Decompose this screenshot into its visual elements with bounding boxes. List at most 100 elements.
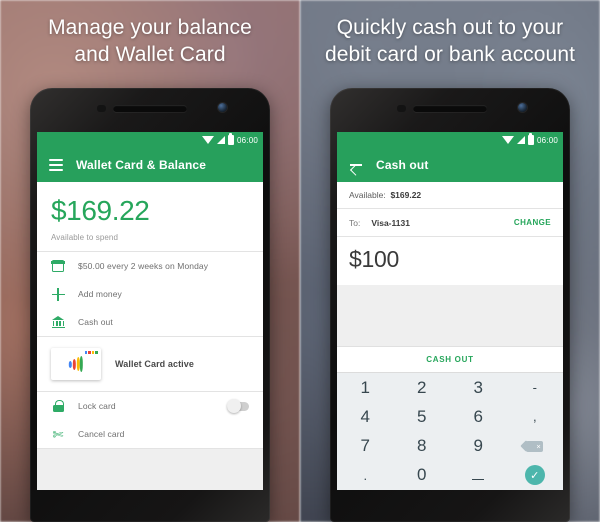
key-label: 0 [417,465,427,485]
available-balance-row: Available: $169.22 [337,182,563,208]
right-phone-screen: 06:00 Cash out Available: $169.22 To: Vi… [337,132,563,490]
left-screen-body: $169.22 Available to spend $50.00 every … [37,182,263,490]
left-heading-line1: Manage your balance [48,16,252,39]
balance-block: $169.22 Available to spend [37,182,263,252]
left-app-bar-title: Wallet Card & Balance [76,158,207,172]
available-value: $169.22 [390,190,422,200]
list-item-label: Lock card [78,401,116,412]
list-item-add-money[interactable]: Add money [37,280,263,308]
earpiece-speaker [413,105,487,112]
right-status-bar: 06:00 [337,132,563,148]
status-clock: 06:00 [536,135,558,145]
right-empty-area [337,285,563,346]
list-item-label: Cash out [78,317,113,328]
list-item-label: Cancel card [78,429,125,440]
plus-icon [51,287,65,301]
wifi-icon [201,136,214,144]
key-comma[interactable]: , [507,402,564,431]
numeric-keypad: 1 2 3 - 4 5 6, 7 8 9 ×. 0 ✓ [337,372,563,490]
left-app-bar: Wallet Card & Balance [37,148,263,182]
balance-amount: $169.22 [51,195,150,226]
check-icon: ✓ [524,465,545,486]
right-screen-body: Available: $169.22 To: Visa-1131 CHANGE … [337,182,563,490]
amount-value: $100 [349,246,399,272]
available-label: Available: [349,190,386,200]
lock-card-toggle[interactable] [227,399,249,414]
left-heading-line2: and Wallet Card [74,43,226,66]
battery-icon [227,133,234,145]
list-item-label: $50.00 every 2 weeks on Monday [78,261,209,272]
right-phone-frame: 06:00 Cash out Available: $169.22 To: Vi… [330,88,570,522]
right-heading-line1: Quickly cash out to your [336,16,564,39]
list-item-label: Add money [78,289,122,300]
right-app-bar: Cash out [337,148,563,182]
front-camera-icon [518,103,527,112]
key-8[interactable]: 8 [394,432,451,461]
backspace-icon: × [526,440,544,452]
left-phone-top-bezel [37,88,263,132]
wallet-card-section[interactable]: Wallet Card active [37,337,263,392]
key-label: - [532,380,537,396]
key-label: 7 [360,436,370,456]
key-5[interactable]: 5 [394,402,451,431]
action-list: $50.00 every 2 weeks on Monday Add money… [37,252,263,337]
left-phone-frame: 06:00 Wallet Card & Balance $169.22 Avai… [30,88,270,522]
battery-icon [527,133,534,145]
google-wallet-card-art [51,348,101,381]
key-1[interactable]: 1 [337,373,394,402]
key-minus[interactable]: - [507,373,564,402]
key-label: , [532,409,537,425]
earpiece-speaker [113,105,187,112]
key-7[interactable]: 7 [337,432,394,461]
key-label: 4 [360,406,370,426]
to-label: To: [349,217,361,228]
left-status-bar: 06:00 [37,132,263,148]
right-promo-panel: Quickly cash out to your debit card or b… [300,0,600,522]
bank-icon [51,315,65,329]
key-underscore[interactable] [450,461,507,490]
key-label: 1 [360,377,370,397]
destination-row: To: Visa-1131 CHANGE [337,209,563,236]
key-submit[interactable]: ✓ [507,461,564,490]
wallet-wave-icon [68,356,84,373]
list-item-lock-card[interactable]: Lock card [37,392,263,420]
key-6[interactable]: 6 [450,402,507,431]
key-3[interactable]: 3 [450,373,507,402]
front-camera-icon [218,103,227,112]
right-app-bar-title: Cash out [376,158,429,172]
underscore-glyph [472,478,485,481]
to-value: Visa-1131 [371,217,410,228]
arrow-back-icon[interactable] [349,158,363,172]
wallet-card-status-label: Wallet Card active [115,359,194,370]
cash-out-action-bar[interactable]: CASH OUT [337,346,563,372]
key-4[interactable]: 4 [337,402,394,431]
left-phone-screen: 06:00 Wallet Card & Balance $169.22 Avai… [37,132,263,490]
key-2[interactable]: 2 [394,373,451,402]
change-destination-link[interactable]: CHANGE [514,218,551,227]
key-0[interactable]: 0 [394,461,451,490]
list-item-scheduled-transfer[interactable]: $50.00 every 2 weeks on Monday [37,252,263,280]
promo-screenshot-stage: Manage your balance and Wallet Card 06:0… [0,0,600,522]
list-item-cash-out[interactable]: Cash out [37,308,263,336]
hamburger-menu-icon[interactable] [49,159,63,171]
list-item-cancel-card[interactable]: ✄ Cancel card [37,420,263,448]
key-label: 8 [417,436,427,456]
amount-input-row[interactable]: $100 [337,237,563,285]
key-backspace[interactable]: × [507,432,564,461]
lock-icon [51,399,65,413]
wifi-icon [501,136,514,144]
key-label: 6 [473,406,483,426]
left-heading: Manage your balance and Wallet Card [0,14,300,68]
signal-icon [516,136,525,144]
proximity-sensor-icon [397,105,406,112]
signal-icon [216,136,225,144]
left-empty-area [37,449,263,490]
key-9[interactable]: 9 [450,432,507,461]
key-label: . [363,467,368,483]
key-label: 2 [417,377,427,397]
right-heading: Quickly cash out to your debit card or b… [300,14,600,68]
right-heading-line2: debit card or bank account [324,43,576,66]
key-period[interactable]: . [337,461,394,490]
cash-out-button-label: CASH OUT [426,355,474,364]
left-promo-panel: Manage your balance and Wallet Card 06:0… [0,0,300,522]
